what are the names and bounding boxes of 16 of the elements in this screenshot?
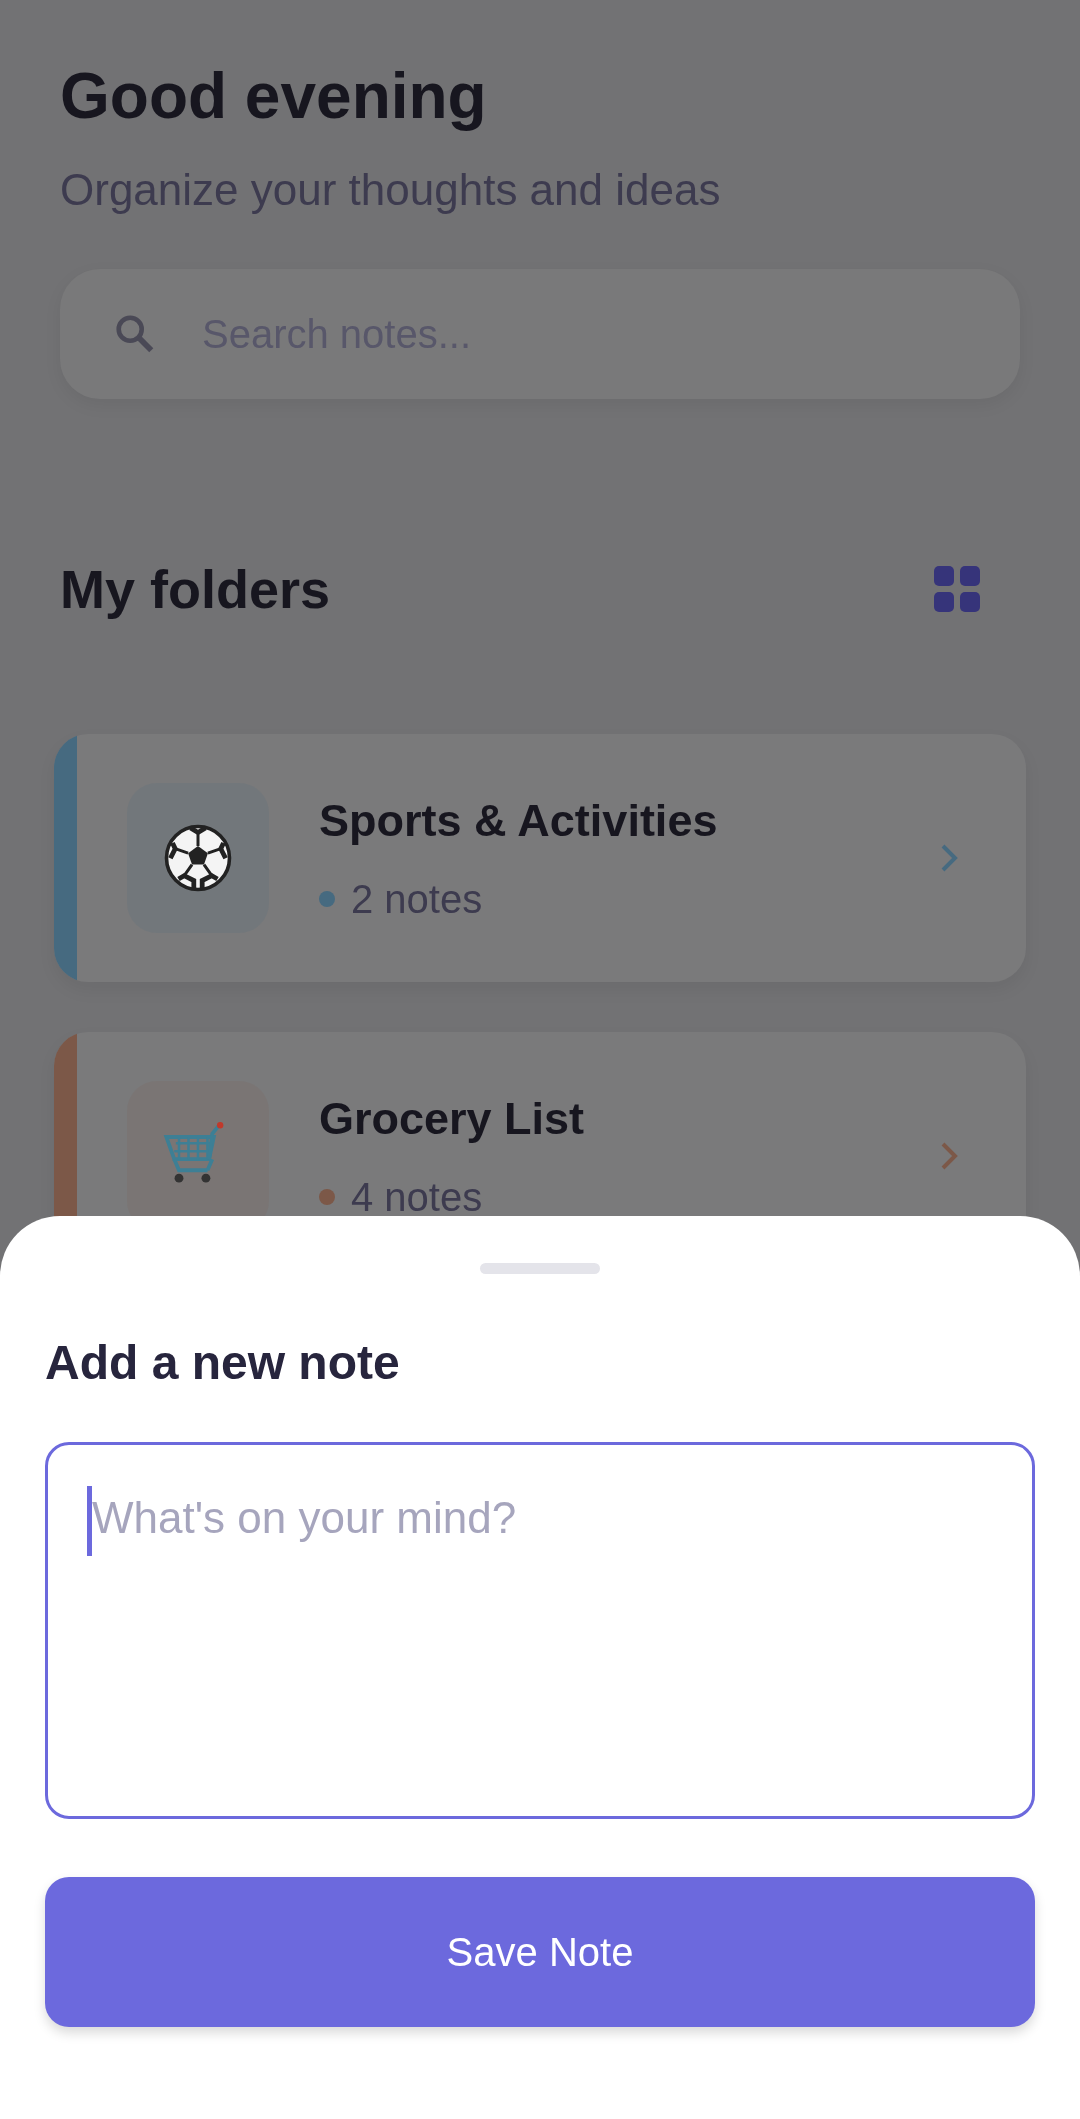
text-cursor xyxy=(87,1485,92,1556)
sheet-title: Add a new note xyxy=(45,1335,401,1391)
note-input-field[interactable]: What's on your mind? xyxy=(45,1441,1035,1819)
note-count: 4 notes xyxy=(351,1173,483,1221)
folder-name: Grocery List xyxy=(319,1092,586,1147)
drag-handle[interactable] xyxy=(480,1263,600,1274)
section-title: My folders xyxy=(60,557,331,621)
greeting-heading: Good evening xyxy=(60,59,488,134)
folder-card[interactable]: Sports & Activities 2 notes xyxy=(54,733,1026,982)
note-count: 2 notes xyxy=(351,875,483,923)
subtitle-text: Organize your thoughts and ideas xyxy=(60,163,722,216)
save-note-button[interactable]: Save Note xyxy=(45,1876,1035,2027)
folder-name: Sports & Activities xyxy=(319,794,719,849)
chevron-right-icon xyxy=(940,842,958,873)
grid-view-icon[interactable] xyxy=(934,566,980,613)
chevron-right-icon xyxy=(940,1140,958,1171)
